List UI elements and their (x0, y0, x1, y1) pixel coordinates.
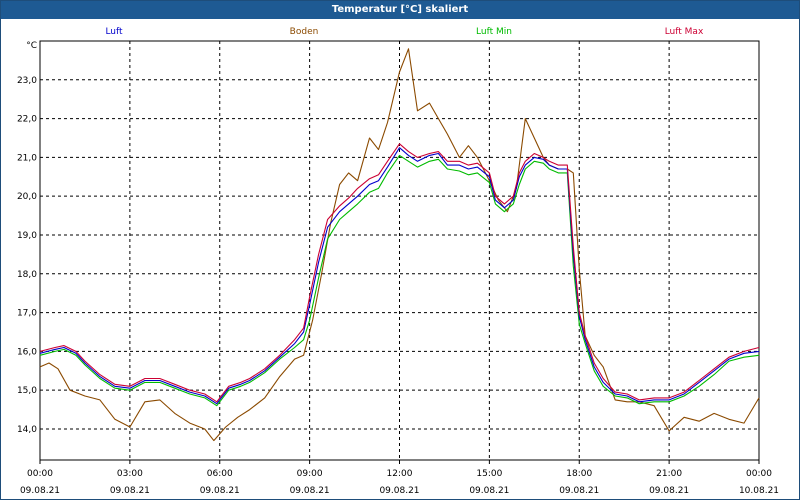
legend-entry: Boden (290, 27, 319, 37)
y-tick-label: 18,0 (17, 270, 37, 280)
y-tick-label: 20,0 (17, 192, 37, 202)
y-tick-label: 15,0 (17, 386, 37, 396)
legend-entry: Luft Min (476, 27, 512, 37)
chart-window: Temperatur [°C] skaliert 14,0 15,0 16,0 17,… (0, 0, 800, 500)
x-tick-date-label: 09.08.21 (649, 486, 689, 496)
legend-entry: Luft (105, 27, 123, 37)
x-tick-date-label: 10.08.21 (739, 486, 779, 496)
x-tick-time-label: 06:00 (207, 469, 233, 479)
y-tick-label: 14,0 (17, 425, 37, 435)
x-tick-time-label: 18:00 (566, 469, 592, 479)
y-tick-label: 21,0 (17, 153, 37, 163)
y-tick-label: 16,0 (17, 347, 37, 357)
y-tick-label: 23,0 (17, 76, 37, 86)
temperature-chart: 14,0 15,0 16,0 17,0 18,0 19,0 20,0 21,0 22,0 23,0… (17, 27, 779, 496)
legend-entry: Luft Max (665, 27, 704, 37)
y-tick-label: 17,0 (17, 309, 37, 319)
x-tick-time-label: 00:00 (746, 469, 772, 479)
x-tick-date-label: 09.08.21 (469, 486, 509, 496)
x-tick-date-label: 09.08.21 (290, 486, 330, 496)
x-tick-date-label: 09.08.21 (559, 486, 599, 496)
x-tick-time-label: 09:00 (297, 469, 323, 479)
y-axis-unit-label: °C (26, 41, 37, 51)
x-tick-date-label: 09.08.21 (110, 486, 150, 496)
x-tick-date-label: 09.08.21 (20, 486, 60, 496)
y-tick-label: 22,0 (17, 115, 37, 125)
x-tick-date-label: 09.08.21 (379, 486, 419, 496)
x-tick-time-label: 12:00 (387, 469, 413, 479)
x-tick-time-label: 03:00 (117, 469, 143, 479)
x-tick-time-label: 00:00 (27, 469, 53, 479)
x-tick-time-label: 15:00 (476, 469, 502, 479)
y-tick-label: 19,0 (17, 231, 37, 241)
x-tick-date-label: 09.08.21 (200, 486, 240, 496)
x-tick-time-label: 21:00 (656, 469, 682, 479)
